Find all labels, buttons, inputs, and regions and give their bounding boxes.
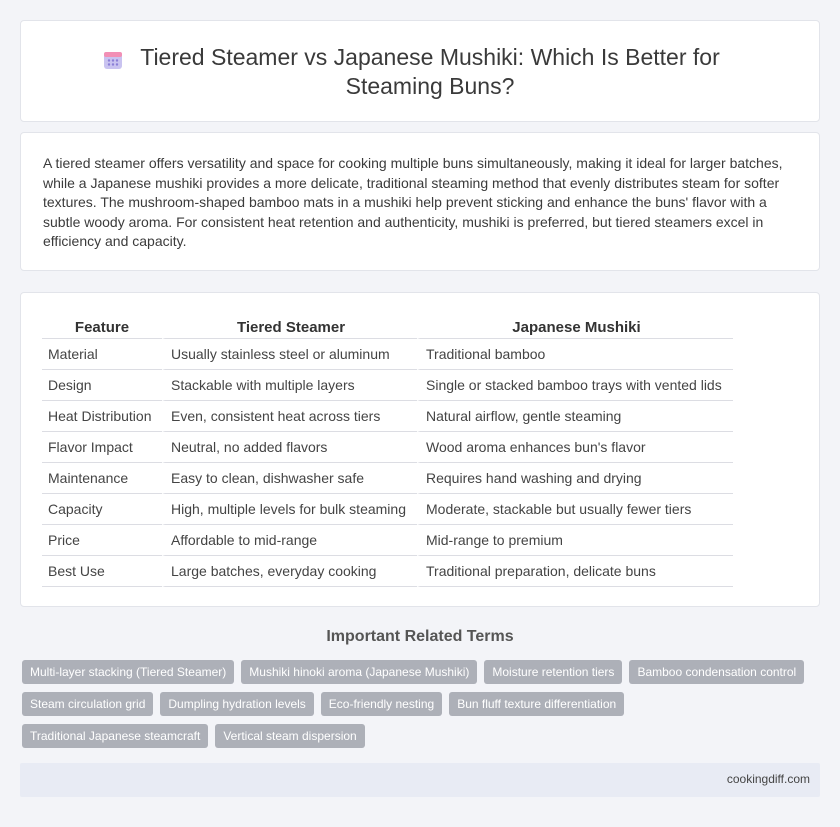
tiered-cell: High, multiple levels for bulk steaming	[162, 494, 417, 525]
mushiki-cell: Single or stacked bamboo trays with vent…	[417, 370, 733, 401]
footer: cookingdiff.com	[20, 763, 820, 797]
header-japanese-mushiki: Japanese Mushiki	[417, 313, 733, 339]
comparison-card: Feature Tiered Steamer Japanese Mushiki …	[20, 292, 820, 607]
tiered-cell: Large batches, everyday cooking	[162, 556, 417, 587]
related-term-tag[interactable]: Mushiki hinoki aroma (Japanese Mushiki)	[241, 660, 478, 684]
header-feature: Feature	[42, 313, 162, 339]
summary-text: A tiered steamer offers versatility and …	[43, 155, 783, 250]
related-term-tag[interactable]: Steam circulation grid	[22, 692, 154, 716]
mushiki-cell: Moderate, stackable but usually fewer ti…	[417, 494, 733, 525]
table-row: Heat Distribution Even, consistent heat …	[42, 401, 733, 432]
feature-cell: Design	[42, 370, 162, 401]
related-term-tag[interactable]: Traditional Japanese steamcraft	[22, 724, 209, 748]
tiered-cell: Affordable to mid-range	[162, 525, 417, 556]
related-term-tag[interactable]: Multi-layer stacking (Tiered Steamer)	[22, 660, 235, 684]
feature-cell: Flavor Impact	[42, 432, 162, 463]
tiered-cell: Easy to clean, dishwasher safe	[162, 463, 417, 494]
table-row: Flavor Impact Neutral, no added flavors …	[42, 432, 733, 463]
tiered-cell: Even, consistent heat across tiers	[162, 401, 417, 432]
mushiki-cell: Mid-range to premium	[417, 525, 733, 556]
mushiki-cell: Natural airflow, gentle steaming	[417, 401, 733, 432]
related-terms-tags: Multi-layer stacking (Tiered Steamer) Mu…	[22, 660, 818, 756]
mushiki-cell: Requires hand washing and drying	[417, 463, 733, 494]
feature-cell: Material	[42, 339, 162, 370]
comparison-table: Feature Tiered Steamer Japanese Mushiki …	[42, 313, 733, 587]
tag-row: Traditional Japanese steamcraft Vertical…	[22, 724, 818, 748]
related-term-tag[interactable]: Bun fluff texture differentiation	[449, 692, 625, 716]
table-row: Best Use Large batches, everyday cooking…	[42, 556, 733, 587]
summary-card: A tiered steamer offers versatility and …	[20, 132, 820, 271]
site-credit[interactable]: cookingdiff.com	[727, 772, 810, 786]
tag-row: Multi-layer stacking (Tiered Steamer) Mu…	[22, 660, 818, 684]
tiered-cell: Stackable with multiple layers	[162, 370, 417, 401]
feature-cell: Heat Distribution	[42, 401, 162, 432]
mushiki-cell: Traditional bamboo	[417, 339, 733, 370]
mushiki-cell: Wood aroma enhances bun's flavor	[417, 432, 733, 463]
table-row: Price Affordable to mid-range Mid-range …	[42, 525, 733, 556]
feature-cell: Best Use	[42, 556, 162, 587]
feature-cell: Maintenance	[42, 463, 162, 494]
mushiki-cell: Traditional preparation, delicate buns	[417, 556, 733, 587]
tiered-cell: Neutral, no added flavors	[162, 432, 417, 463]
header-tiered-steamer: Tiered Steamer	[162, 313, 417, 339]
related-term-tag[interactable]: Moisture retention tiers	[484, 660, 623, 684]
tiered-cell: Usually stainless steel or aluminum	[162, 339, 417, 370]
feature-cell: Capacity	[42, 494, 162, 525]
related-term-tag[interactable]: Bamboo condensation control	[629, 660, 805, 684]
table-row: Maintenance Easy to clean, dishwasher sa…	[42, 463, 733, 494]
title-card: Tiered Steamer vs Japanese Mushiki: Whic…	[20, 20, 820, 122]
table-row: Material Usually stainless steel or alum…	[42, 339, 733, 370]
related-term-tag[interactable]: Dumpling hydration levels	[160, 692, 314, 716]
table-row: Capacity High, multiple levels for bulk …	[42, 494, 733, 525]
related-term-tag[interactable]: Eco-friendly nesting	[320, 692, 443, 716]
related-term-tag[interactable]: Vertical steam dispersion	[215, 724, 365, 748]
related-terms-heading: Important Related Terms	[326, 628, 514, 645]
table-header-row: Feature Tiered Steamer Japanese Mushiki	[42, 313, 733, 339]
tag-row: Steam circulation grid Dumpling hydratio…	[22, 692, 818, 716]
table-row: Design Stackable with multiple layers Si…	[42, 370, 733, 401]
page-title: Tiered Steamer vs Japanese Mushiki: Whic…	[140, 44, 720, 99]
feature-cell: Price	[42, 525, 162, 556]
